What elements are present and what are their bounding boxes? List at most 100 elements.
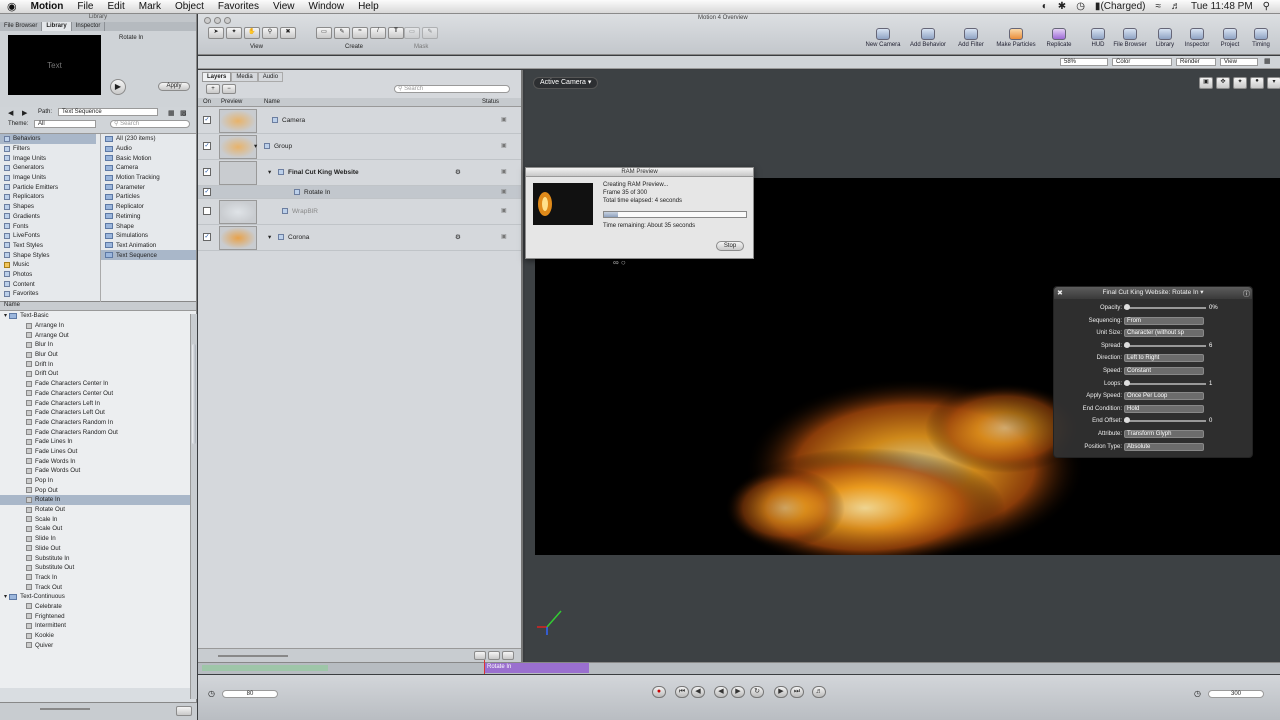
menu-file[interactable]: File: [70, 1, 100, 12]
list-item[interactable]: Intermittent: [0, 621, 196, 631]
apple-icon[interactable]: ◉: [0, 0, 24, 13]
list-item[interactable]: Fade Characters Left In: [0, 398, 196, 408]
list-item[interactable]: Track In: [0, 573, 196, 583]
layer-enable-checkbox[interactable]: ✓: [203, 142, 211, 150]
list-item[interactable]: Arrange In: [0, 321, 196, 331]
current-frame-field[interactable]: 80: [222, 690, 278, 698]
layer-row[interactable]: ✓ Rotate In ▣: [198, 186, 521, 199]
lock-icon[interactable]: ▣: [501, 207, 507, 214]
playhead[interactable]: [484, 660, 485, 674]
list-item[interactable]: Fade Characters Center In: [0, 379, 196, 389]
list-item[interactable]: Scale In: [0, 514, 196, 524]
dolly-icon[interactable]: ●: [1250, 77, 1264, 89]
play-backward-button[interactable]: ◀: [714, 686, 728, 698]
list-item[interactable]: Blur In: [0, 340, 196, 350]
lock-icon[interactable]: ▣: [501, 142, 507, 149]
list-item[interactable]: Arrange Out: [0, 330, 196, 340]
hud-title[interactable]: Final Cut King Website: Rotate In ▾: [1054, 287, 1252, 299]
library-button[interactable]: Library: [1150, 28, 1180, 48]
mask-rect-tool-icon[interactable]: ▭: [404, 27, 420, 39]
mask-pen-tool-icon[interactable]: ✎: [422, 27, 438, 39]
remove-layer-button[interactable]: −: [222, 84, 236, 94]
hud-param-slider[interactable]: [1124, 304, 1206, 310]
slider-knob[interactable]: [1124, 417, 1130, 424]
layers-zoom-slider[interactable]: [218, 655, 288, 657]
view-popup[interactable]: View: [1220, 58, 1258, 66]
inspector-button[interactable]: Inspector: [1180, 28, 1214, 48]
transform-tool-icon[interactable]: ✦: [226, 27, 242, 39]
hud-param-value[interactable]: 0: [1209, 418, 1212, 424]
category-item[interactable]: Behaviors: [0, 134, 96, 144]
pan-tool-icon[interactable]: ✋: [244, 27, 260, 39]
zoom-window-button[interactable]: [224, 17, 231, 24]
list-item[interactable]: Fade Lines In: [0, 437, 196, 447]
category-item[interactable]: Particle Emitters: [0, 182, 96, 192]
lock-icon[interactable]: ▣: [501, 233, 507, 240]
list-view-icon[interactable]: ▦: [168, 109, 175, 117]
category-item[interactable]: Photos: [0, 270, 96, 280]
category-item[interactable]: Image Units: [0, 173, 96, 183]
layer-row[interactable]: ✓ ▾ Group ▣: [198, 134, 521, 160]
hud-param-slider[interactable]: [1124, 379, 1206, 386]
wifi-icon[interactable]: ≈: [1155, 1, 1161, 12]
slider-knob[interactable]: [1124, 304, 1130, 310]
project-button[interactable]: Project: [1214, 28, 1246, 48]
subcategory-item[interactable]: Basic Motion: [101, 153, 196, 163]
theme-popup[interactable]: All: [34, 120, 96, 128]
layer-row[interactable]: ✓ ▾ Final Cut King Website ⚙ ▣: [198, 160, 521, 186]
rectangle-tool-icon[interactable]: ▭: [316, 27, 332, 39]
category-item[interactable]: Content: [0, 279, 96, 289]
layer-name[interactable]: Group: [274, 143, 292, 150]
pan-view-icon[interactable]: ✦: [1233, 77, 1247, 89]
category-item[interactable]: Shape Styles: [0, 250, 96, 260]
active-camera-popup[interactable]: Active Camera ▾: [533, 77, 599, 89]
list-item[interactable]: Fade Characters Random In: [0, 418, 196, 428]
menu-edit[interactable]: Edit: [101, 1, 132, 12]
layer-row[interactable]: ✓ Camera ▣: [198, 108, 521, 134]
layer-name[interactable]: Camera: [282, 117, 305, 124]
menu-app-name[interactable]: Motion: [24, 1, 71, 12]
category-item[interactable]: Image Units: [0, 153, 96, 163]
list-item[interactable]: Frightened: [0, 611, 196, 621]
back-icon[interactable]: ◀: [8, 109, 13, 117]
axis-gizmo[interactable]: [535, 607, 565, 637]
render-popup[interactable]: Render: [1176, 58, 1216, 66]
hud-param-popup[interactable]: Left to Right: [1124, 354, 1204, 363]
layer-name[interactable]: Final Cut King Website: [288, 169, 359, 176]
hud-button[interactable]: HUD: [1086, 28, 1110, 48]
play-range[interactable]: [202, 665, 328, 671]
list-item[interactable]: Celebrate: [0, 602, 196, 612]
replicate-button[interactable]: Replicate: [1040, 28, 1078, 48]
library-scrollbar[interactable]: [190, 314, 197, 699]
category-item[interactable]: Shapes: [0, 202, 96, 212]
go-to-end-button[interactable]: ⏭: [790, 686, 804, 698]
list-item[interactable]: Drift In: [0, 359, 196, 369]
hud-inspector-icon[interactable]: ⓘ: [1243, 289, 1250, 299]
menu-object[interactable]: Object: [168, 1, 211, 12]
hud-close-icon[interactable]: ✖: [1057, 289, 1063, 297]
stop-button[interactable]: Stop: [716, 241, 744, 251]
orbit-icon[interactable]: ✥: [1216, 77, 1230, 89]
file-browser-button[interactable]: File Browser: [1110, 28, 1150, 48]
hud-param-value[interactable]: 0%: [1209, 305, 1218, 311]
list-group[interactable]: ▾ Text-Basic: [0, 311, 196, 321]
slider-knob[interactable]: [1124, 341, 1130, 348]
layer-name[interactable]: Rotate In: [304, 189, 330, 196]
layers-search-input[interactable]: ⚲ Search: [394, 85, 510, 93]
layer-disclosure-icon[interactable]: ▾: [254, 142, 257, 150]
lock-icon[interactable]: ▣: [501, 116, 507, 123]
add-filter-button[interactable]: Add Filter: [950, 28, 992, 48]
list-item[interactable]: Rotate In: [0, 495, 196, 505]
icon-view-icon[interactable]: ▩: [180, 109, 187, 117]
layer-disclosure-icon[interactable]: ▾: [268, 168, 271, 176]
list-item[interactable]: Fade Words Out: [0, 466, 196, 476]
menu-help[interactable]: Help: [351, 1, 386, 12]
layer-name[interactable]: Corona: [288, 234, 309, 241]
hud-param-slider[interactable]: [1124, 417, 1206, 424]
layer-enable-checkbox[interactable]: ✓: [203, 188, 211, 196]
layer-enable-checkbox[interactable]: ✓: [203, 116, 211, 124]
hud-param-popup[interactable]: Transform Glyph: [1124, 430, 1204, 438]
layer-row[interactable]: ✓ ▾ Corona ⚙ ▣: [198, 225, 521, 251]
list-item[interactable]: Fade Lines Out: [0, 447, 196, 457]
menu-window[interactable]: Window: [302, 1, 352, 12]
